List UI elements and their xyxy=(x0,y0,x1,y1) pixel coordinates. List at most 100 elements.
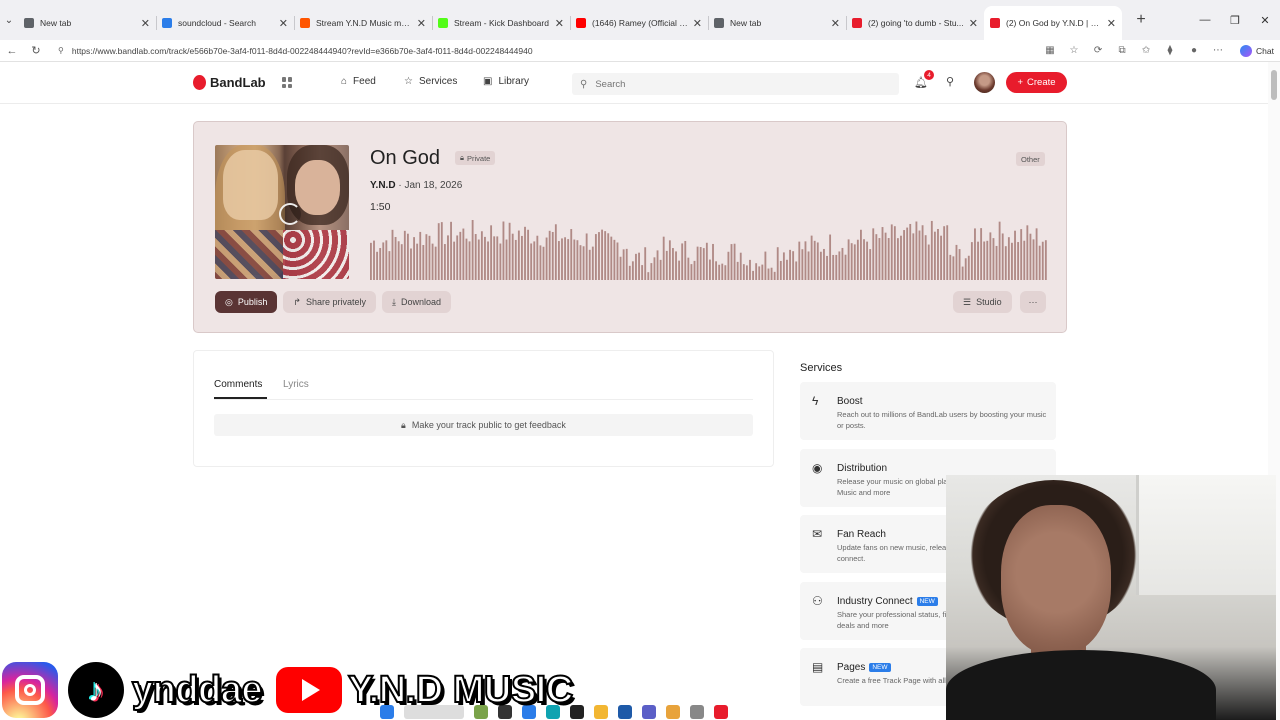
visibility-label: Private xyxy=(467,153,491,163)
browser-tab[interactable]: Stream - Kick Dashboard ✕ xyxy=(432,6,570,40)
tab-lyrics[interactable]: Lyrics xyxy=(283,379,309,390)
lock-icon: 🔒︎ xyxy=(401,419,406,430)
taskbar-app-icon[interactable] xyxy=(618,704,632,719)
download-button[interactable]: ⤓ Download xyxy=(381,291,451,313)
browser-tab[interactable]: New tab ✕ xyxy=(708,6,846,40)
user-avatar[interactable] xyxy=(974,72,995,93)
feedback-notice: 🔒︎ Make your track public to get feedbac… xyxy=(214,414,753,436)
track-card: On God 🔒︎ Private Other Y.N.D · Jan 18, … xyxy=(193,121,1067,333)
publish-button[interactable]: ◎ Publish xyxy=(215,291,278,313)
address-bar-icons: ▦ ☆ ⟳ ⧉ ✩ ⧫ ● ⋯ xyxy=(1042,45,1226,56)
scrollbar-thumb[interactable] xyxy=(1271,70,1277,100)
close-window-icon[interactable]: ✕ xyxy=(1250,0,1280,40)
service-item[interactable]: ϟ Boost Reach out to millions of BandLab u… xyxy=(800,382,1056,440)
copilot-icon xyxy=(1240,44,1253,57)
taskbar-app-icon[interactable] xyxy=(642,704,656,719)
create-button[interactable]: + Create xyxy=(1006,72,1067,93)
artist-name[interactable]: Y.N.D xyxy=(370,180,396,191)
taskbar-app-icon[interactable] xyxy=(594,704,608,719)
tab-search-dropdown-icon[interactable]: ⌄ xyxy=(0,0,18,40)
release-date: Jan 18, 2026 xyxy=(404,180,463,191)
restore-icon[interactable]: ❐ xyxy=(1220,0,1250,40)
tab-comments[interactable]: Comments xyxy=(214,379,262,390)
browser-tab[interactable]: New tab ✕ xyxy=(18,6,156,40)
nav-feed[interactable]: ⌂ Feed xyxy=(341,76,376,87)
site-info-icon[interactable]: ⚲ xyxy=(58,46,64,55)
browser-tab[interactable]: soundcloud - Search ✕ xyxy=(156,6,294,40)
search-bar[interactable]: ⚲ xyxy=(572,73,899,95)
search-toggle-icon[interactable]: ⚲ xyxy=(946,75,954,88)
tab-title: Stream - Kick Dashboard xyxy=(454,18,549,28)
close-tab-icon[interactable]: ✕ xyxy=(555,17,564,30)
apps-icon[interactable]: ▦ xyxy=(1042,45,1058,56)
favorite-star-icon[interactable]: ☆ xyxy=(1066,45,1082,56)
tab-title: (1646) Ramey (Official Music... xyxy=(592,18,689,28)
feedback-message: Make your track public to get feedback xyxy=(411,420,566,430)
reload-icon[interactable]: ↻ xyxy=(24,44,48,57)
close-tab-icon[interactable]: ✕ xyxy=(141,17,150,30)
nav-library[interactable]: ▣ Library xyxy=(483,76,529,87)
tab-favicon-icon xyxy=(438,18,448,28)
window-controls: — ❐ ✕ xyxy=(1190,0,1280,40)
studio-label: Studio xyxy=(976,297,1002,307)
more-menu-icon[interactable]: ⋯ xyxy=(1210,45,1226,56)
back-icon[interactable]: ← xyxy=(0,45,24,57)
artist-line: Y.N.D · Jan 18, 2026 xyxy=(370,180,463,191)
apps-grid-icon[interactable] xyxy=(282,77,293,88)
service-name: Fan Reach xyxy=(837,529,886,540)
taskbar-app-icon[interactable] xyxy=(666,704,680,719)
tiktok-handle: ynddae xyxy=(131,668,264,712)
genre-badge[interactable]: Other xyxy=(1016,152,1045,166)
distribution-icon: ◉ xyxy=(812,461,823,475)
new-tab-button[interactable]: + xyxy=(1126,11,1156,29)
url-field[interactable]: ⚲ https://www.bandlab.com/track/e566b70e… xyxy=(58,46,1042,56)
browser-tab[interactable]: (2) going 'to dumb - Stu... ✕ xyxy=(846,6,984,40)
search-input[interactable] xyxy=(595,78,876,90)
favorites-icon[interactable]: ✩ xyxy=(1138,45,1154,56)
download-label: Download xyxy=(400,297,441,307)
browser-tab[interactable]: Stream Y.N.D Music music | ... ✕ xyxy=(294,6,432,40)
nav-library-label: Library xyxy=(498,76,530,87)
bandlab-logo[interactable]: BandLab xyxy=(193,75,266,90)
copilot-chat-button[interactable]: Chat xyxy=(1234,44,1280,57)
service-name-text: Pages xyxy=(837,662,866,673)
loading-spinner-icon xyxy=(279,203,301,225)
browser-tab-bar: ⌄ New tab ✕ soundcloud - Search ✕ Stream Y.N… xyxy=(0,0,1280,40)
new-badge: NEW xyxy=(869,663,891,672)
tab-title: Stream Y.N.D Music music | ... xyxy=(316,18,413,28)
extensions-icon[interactable]: ⟳ xyxy=(1090,45,1106,56)
service-name: Pages NEW xyxy=(837,662,891,673)
collections-icon[interactable]: ⧫ xyxy=(1162,45,1178,56)
share-privately-button[interactable]: ↱ Share privately xyxy=(283,291,376,313)
taskbar-app-icon[interactable] xyxy=(690,704,704,719)
service-name: Boost xyxy=(837,396,863,407)
close-tab-icon[interactable]: ✕ xyxy=(279,17,288,30)
close-tab-icon[interactable]: ✕ xyxy=(831,17,840,30)
logo-text: BandLab xyxy=(210,75,266,90)
share-label: Share privately xyxy=(305,297,366,307)
youtube-channel-name: Y.N.D MUSIC xyxy=(347,668,574,712)
minimize-icon[interactable]: — xyxy=(1190,0,1220,40)
close-tab-icon[interactable]: ✕ xyxy=(969,17,978,30)
search-icon: ⚲ xyxy=(580,78,588,90)
tab-title: (2) going 'to dumb - Stu... xyxy=(868,18,964,28)
close-tab-icon[interactable]: ✕ xyxy=(1107,17,1116,30)
nav-services[interactable]: ☆ Services xyxy=(404,76,457,87)
service-name-text: Boost xyxy=(837,396,863,407)
track-actions: ◎ Publish ↱ Share privately ⤓ Download xyxy=(215,291,451,313)
browser-tab[interactable]: (1646) Ramey (Official Music... ✕ xyxy=(570,6,708,40)
more-options-button[interactable]: ··· xyxy=(1020,291,1046,313)
tab-favicon-icon xyxy=(990,18,1000,28)
studio-button[interactable]: ☰ Studio xyxy=(953,291,1012,313)
service-name-text: Distribution xyxy=(837,463,888,474)
taskbar-app-icon[interactable] xyxy=(714,704,728,719)
split-screen-icon[interactable]: ⧉ xyxy=(1114,45,1130,56)
browser-tab[interactable]: (2) On God by Y.N.D | BandL... ✕ xyxy=(984,6,1122,40)
close-tab-icon[interactable]: ✕ xyxy=(417,17,426,30)
track-cover-art[interactable] xyxy=(215,145,349,279)
bandlab-logo-icon xyxy=(193,75,206,90)
waveform[interactable] xyxy=(370,218,1048,280)
close-tab-icon[interactable]: ✕ xyxy=(693,17,702,30)
profile-icon[interactable]: ● xyxy=(1186,45,1202,56)
track-title: On God xyxy=(370,147,441,169)
